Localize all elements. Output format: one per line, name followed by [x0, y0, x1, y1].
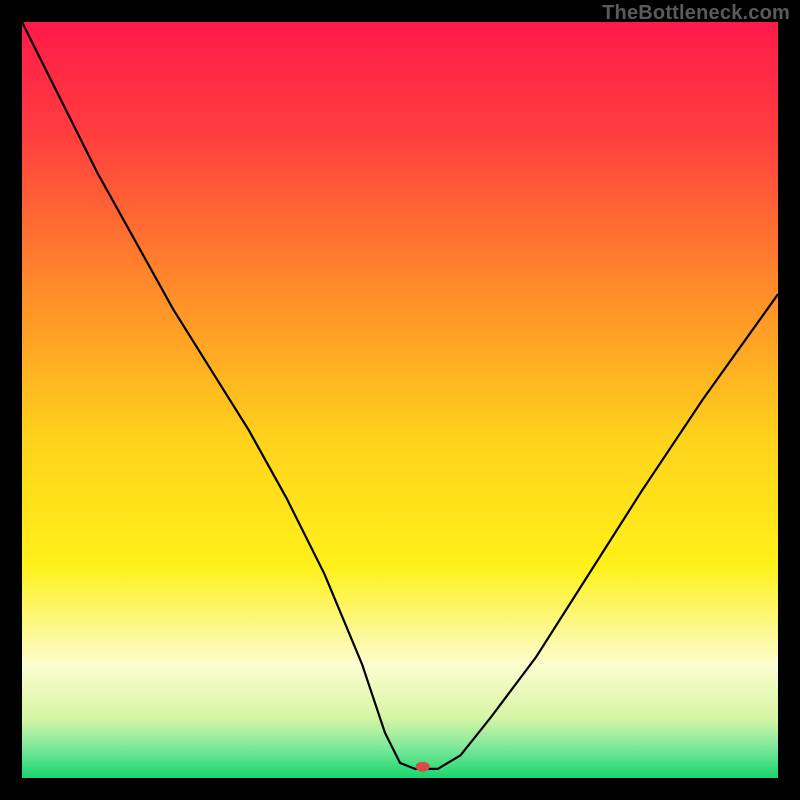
chart-svg: [22, 22, 778, 778]
gradient-background: [22, 22, 778, 778]
chart-frame: TheBottleneck.com: [0, 0, 800, 800]
marker-dot: [416, 762, 430, 772]
plot-area: [22, 22, 778, 778]
watermark-text: TheBottleneck.com: [602, 2, 790, 25]
